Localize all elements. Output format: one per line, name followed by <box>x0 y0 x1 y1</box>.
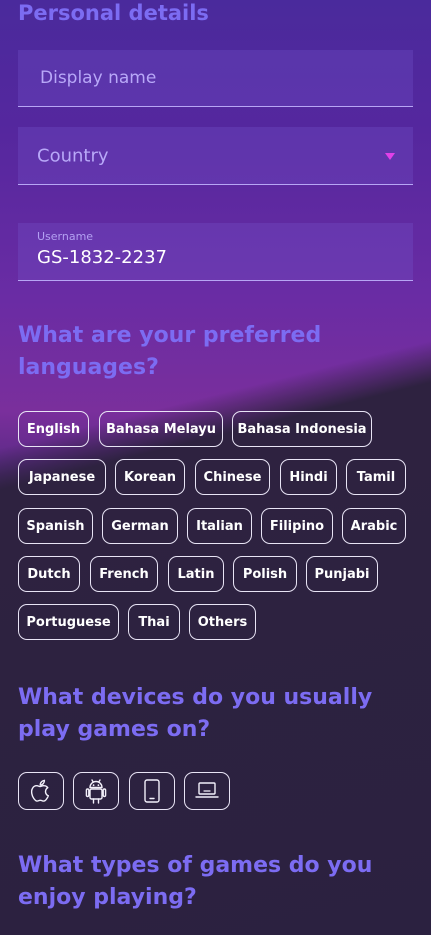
laptop-icon <box>195 782 219 798</box>
username-label: Username <box>37 230 94 243</box>
display-name-placeholder: Display name <box>40 68 157 88</box>
apple-icon <box>30 779 49 802</box>
language-chip-german[interactable]: German <box>102 508 178 544</box>
device-laptop-button[interactable] <box>184 772 230 810</box>
language-chip-polish[interactable]: Polish <box>233 556 297 592</box>
language-chip-thai[interactable]: Thai <box>128 604 180 640</box>
device-android-button[interactable] <box>73 772 119 810</box>
language-chip-portuguese[interactable]: Portuguese <box>18 604 119 640</box>
language-chip-spanish[interactable]: Spanish <box>18 508 93 544</box>
language-chip-dutch[interactable]: Dutch <box>18 556 80 592</box>
username-value: GS-1832-2237 <box>37 247 167 268</box>
country-placeholder: Country <box>37 145 109 166</box>
language-chip-tamil[interactable]: Tamil <box>346 459 406 495</box>
device-tablet-button[interactable] <box>129 772 175 810</box>
language-chip-italian[interactable]: Italian <box>187 508 252 544</box>
devices-heading: What devices do you usually play games o… <box>18 685 373 742</box>
device-apple-button[interactable] <box>18 772 64 810</box>
language-chip-arabic[interactable]: Arabic <box>342 508 406 544</box>
language-chip-korean[interactable]: Korean <box>115 459 185 495</box>
language-chip-hindi[interactable]: Hindi <box>280 459 337 495</box>
country-select[interactable]: Country <box>18 127 413 185</box>
chevron-down-icon <box>385 153 395 160</box>
languages-heading: What are your preferred languages? <box>18 323 322 380</box>
username-field[interactable]: Username GS-1832-2237 <box>18 223 413 281</box>
language-chip-bahasa-indonesia[interactable]: Bahasa Indonesia <box>232 411 372 447</box>
android-icon <box>85 779 107 804</box>
language-chip-english[interactable]: English <box>18 411 89 447</box>
language-chip-bahasa-melayu[interactable]: Bahasa Melayu <box>99 411 223 447</box>
game-types-heading: What types of games do you enjoy playing… <box>18 853 373 910</box>
tablet-icon <box>144 779 160 803</box>
language-chip-others[interactable]: Others <box>189 604 256 640</box>
language-chip-japanese[interactable]: Japanese <box>18 459 106 495</box>
display-name-field[interactable]: Display name <box>18 50 413 107</box>
language-chip-latin[interactable]: Latin <box>168 556 224 592</box>
language-chip-french[interactable]: French <box>90 556 158 592</box>
personal-details-heading: Personal details <box>18 1 209 25</box>
language-chip-chinese[interactable]: Chinese <box>195 459 270 495</box>
language-chip-punjabi[interactable]: Punjabi <box>306 556 378 592</box>
language-chip-filipino[interactable]: Filipino <box>261 508 333 544</box>
